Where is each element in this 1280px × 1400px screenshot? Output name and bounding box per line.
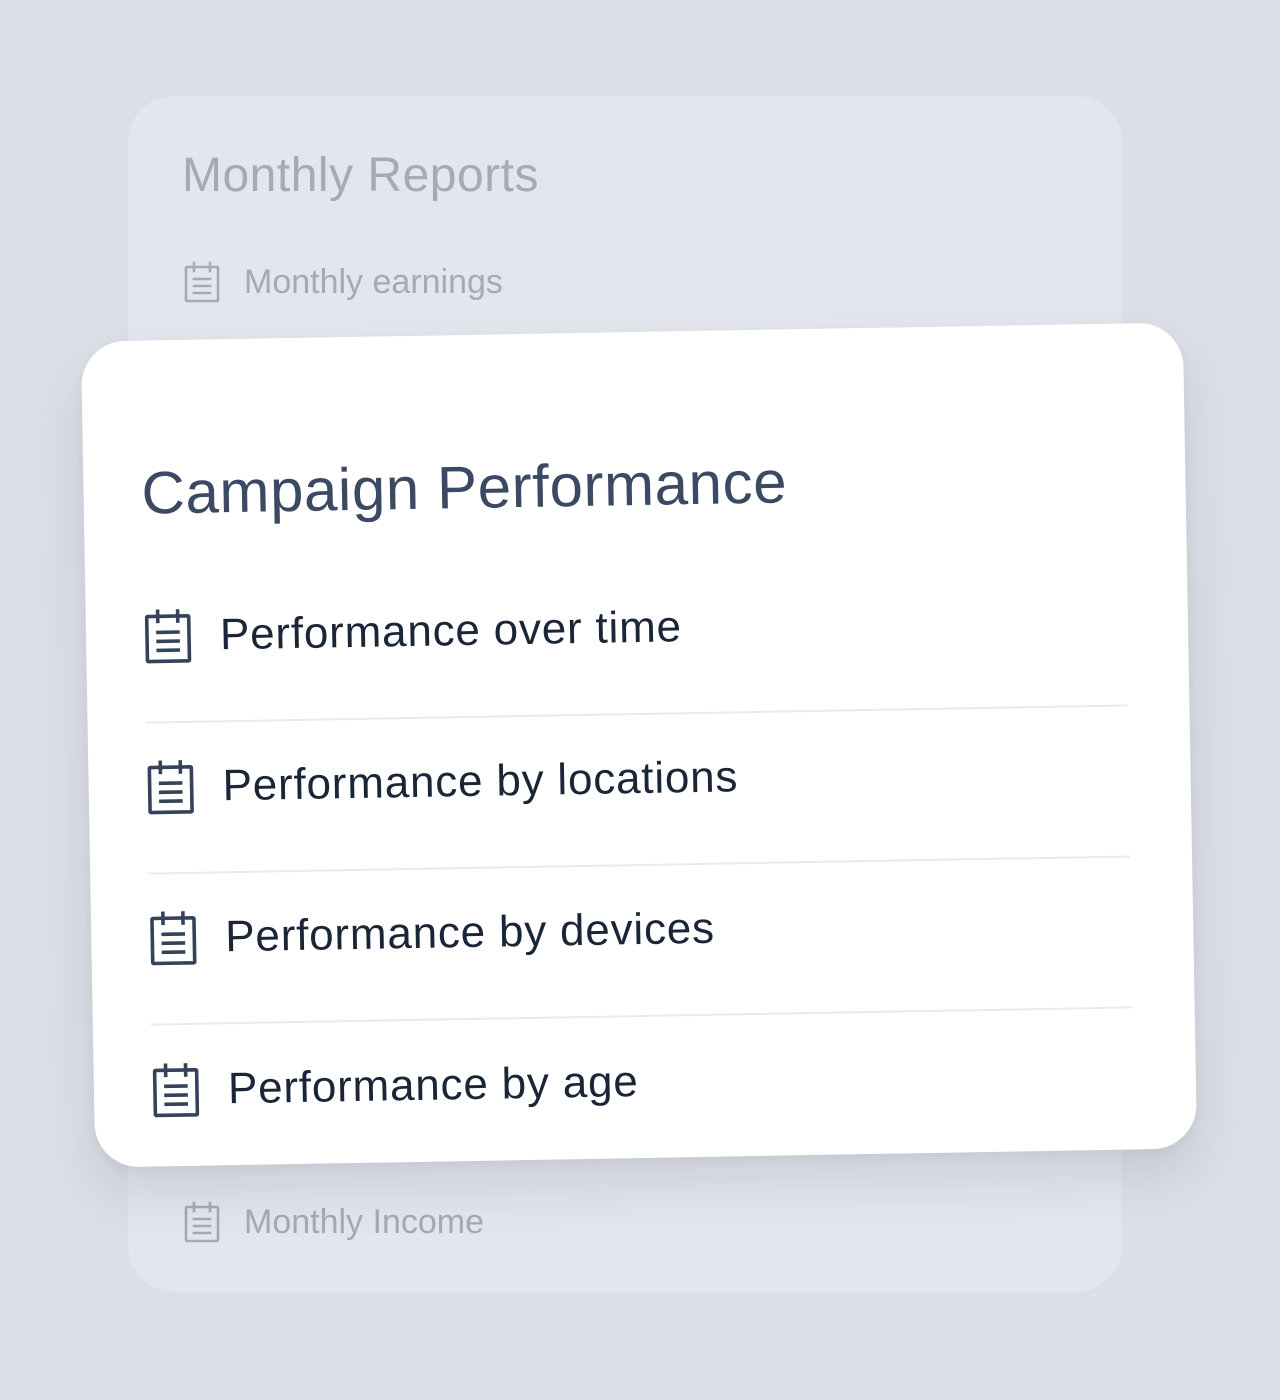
monthly-income-item[interactable]: Monthly Income <box>184 1201 484 1243</box>
performance-by-age-label: Performance by age <box>227 1056 639 1113</box>
performance-by-age-item[interactable]: Performance by age <box>151 1008 1135 1176</box>
campaign-report-list: Performance over time Performance by loc… <box>142 555 1135 1176</box>
monthly-earnings-label: Monthly earnings <box>244 262 503 301</box>
performance-by-devices-item[interactable]: Performance by devices <box>148 857 1133 1026</box>
performance-by-devices-label: Performance by devices <box>224 903 716 961</box>
report-icon <box>184 261 220 303</box>
monthly-income-label: Monthly Income <box>244 1202 484 1241</box>
campaign-performance-card: Campaign Performance Performance over ti… <box>80 322 1198 1168</box>
campaign-performance-title: Campaign Performance <box>140 448 788 527</box>
report-icon <box>144 607 193 664</box>
performance-by-locations-item[interactable]: Performance by locations <box>145 706 1131 875</box>
report-icon <box>149 909 198 966</box>
report-icon <box>146 758 195 815</box>
performance-over-time-item[interactable]: Performance over time <box>142 555 1128 724</box>
report-icon <box>151 1061 200 1118</box>
performance-by-locations-label: Performance by locations <box>222 751 739 810</box>
report-icon <box>184 1201 220 1243</box>
monthly-earnings-item[interactable]: Monthly earnings <box>184 261 503 303</box>
monthly-reports-title: Monthly Reports <box>182 149 539 202</box>
performance-over-time-label: Performance over time <box>219 601 683 659</box>
